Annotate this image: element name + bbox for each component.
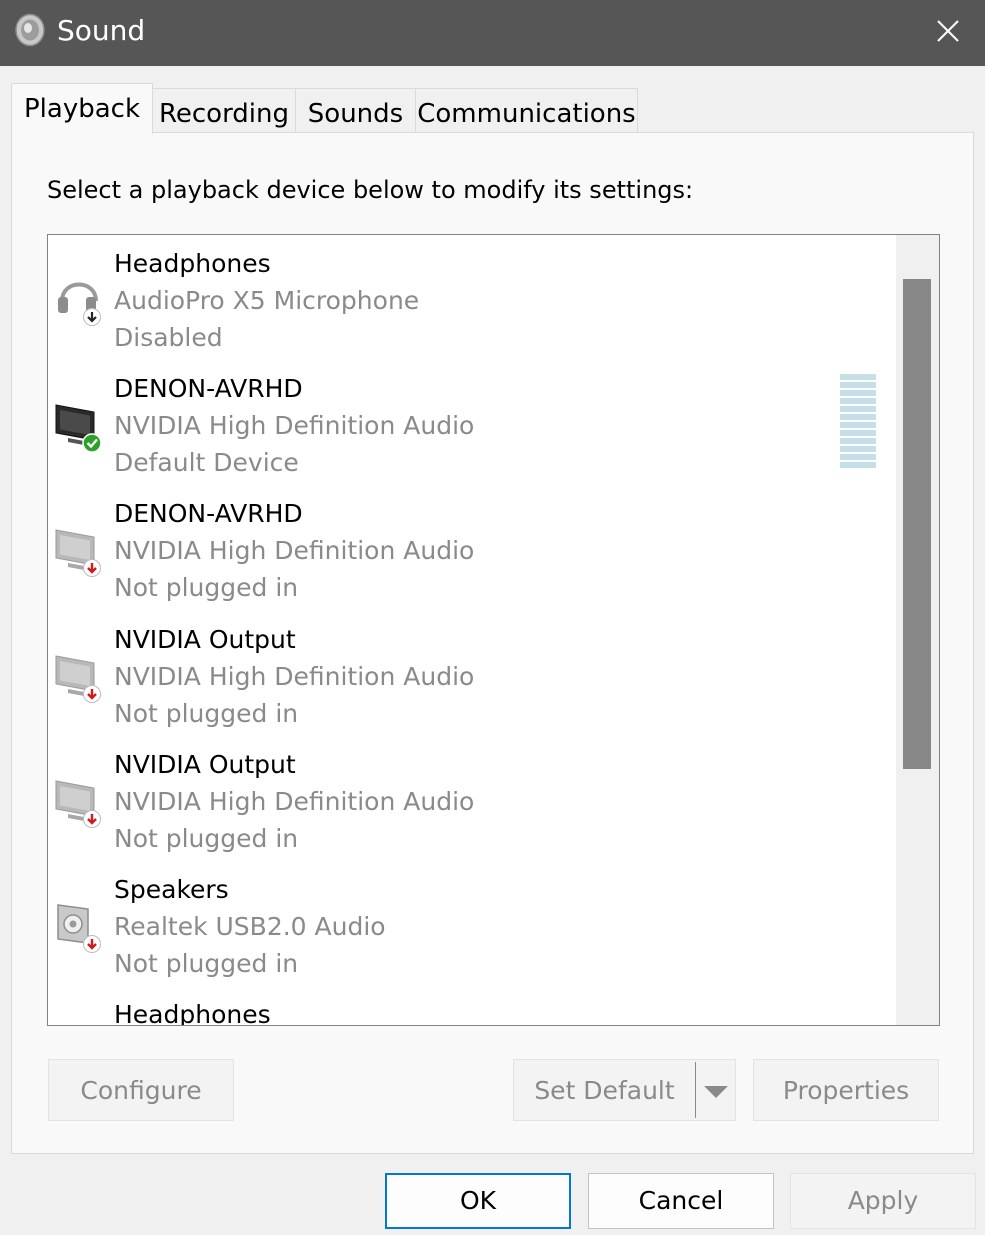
title-bar: Sound [0,0,985,66]
tab-communications-label: Communications [417,99,636,129]
instruction-text: Select a playback device below to modify… [47,176,694,204]
set-default-button[interactable]: Set Default [513,1059,736,1121]
device-status: Not plugged in [114,573,299,602]
scrollbar[interactable] [896,235,939,1025]
device-driver: NVIDIA High Definition Audio [114,411,475,440]
ok-button-label: OK [459,1186,497,1215]
device-name: NVIDIA Output [114,750,296,779]
speaker-icon [15,13,45,47]
list-item[interactable]: Speakers Realtek USB2.0 Audio Not plugge… [48,861,896,986]
device-driver: NVIDIA High Definition Audio [114,662,475,691]
scrollbar-thumb[interactable] [903,279,931,769]
tab-sounds-label: Sounds [307,99,404,129]
device-driver: AudioPro X5 Microphone [114,286,420,315]
apply-button-label: Apply [847,1186,919,1215]
device-driver: NVIDIA High Definition Audio [114,787,475,816]
device-status: Not plugged in [114,949,299,978]
speaker-unplugged-icon [57,904,101,953]
headphones-disabled-icon [58,282,101,326]
device-name: Speakers [114,875,229,904]
list-item[interactable]: Headphones [48,986,896,1026]
device-status: Not plugged in [114,824,299,853]
device-list[interactable]: Headphones AudioPro X5 Microphone Disabl… [47,234,940,1026]
cancel-button[interactable]: Cancel [588,1173,774,1229]
monitor-unplugged-icon [55,780,101,828]
configure-button-label: Configure [80,1076,202,1105]
apply-button[interactable]: Apply [790,1173,976,1229]
list-item[interactable]: NVIDIA Output NVIDIA High Definition Aud… [48,611,896,736]
list-item[interactable]: DENON-AVRHD NVIDIA High Definition Audio… [48,485,896,610]
volume-meter [840,374,876,472]
list-item[interactable]: Headphones AudioPro X5 Microphone Disabl… [48,235,896,360]
monitor-unplugged-icon [55,655,101,703]
configure-button[interactable]: Configure [48,1059,234,1121]
device-name: DENON-AVRHD [114,374,303,403]
list-item[interactable]: NVIDIA Output NVIDIA High Definition Aud… [48,736,896,861]
monitor-default-icon [55,404,102,452]
properties-button[interactable]: Properties [753,1059,939,1121]
chevron-down-icon[interactable] [696,1060,736,1120]
device-status: Default Device [114,448,299,477]
close-icon [937,20,959,42]
device-status: Disabled [114,323,223,352]
device-driver: Realtek USB2.0 Audio [114,912,386,941]
device-driver: NVIDIA High Definition Audio [114,536,475,565]
device-name: DENON-AVRHD [114,499,303,528]
window-title: Sound [57,14,146,47]
tab-playback-label: Playback [23,94,140,124]
tab-recording[interactable]: Recording [152,88,296,134]
tab-recording-label: Recording [158,99,290,129]
cancel-button-label: Cancel [638,1186,724,1215]
tab-communications[interactable]: Communications [415,88,638,134]
set-default-button-label: Set Default [534,1076,675,1105]
device-name: Headphones [114,249,271,278]
monitor-unplugged-icon [55,529,101,577]
device-name: NVIDIA Output [114,625,296,654]
tab-playback[interactable]: Playback [11,83,153,134]
ok-button[interactable]: OK [385,1173,571,1229]
close-button[interactable] [922,8,974,54]
device-name: Headphones [114,1000,271,1026]
list-item[interactable]: DENON-AVRHD NVIDIA High Definition Audio… [48,360,896,485]
properties-button-label: Properties [782,1076,910,1105]
tab-sounds[interactable]: Sounds [295,88,416,134]
device-status: Not plugged in [114,699,299,728]
